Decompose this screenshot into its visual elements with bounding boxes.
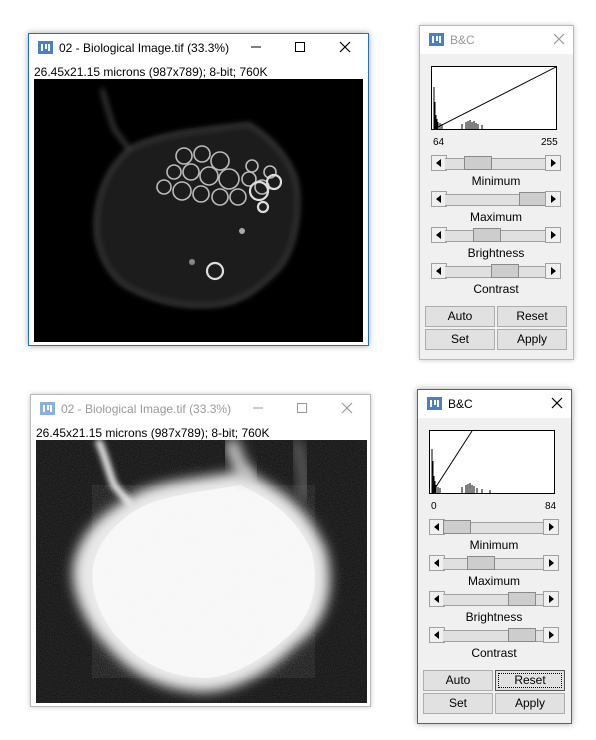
top-bc-titlebar[interactable]: B&C (420, 26, 573, 54)
hist-max-label: 255 (541, 137, 558, 148)
arrow-right-icon[interactable] (545, 155, 561, 171)
bottom-bc-window[interactable]: B&C 0 84 Minimum Maximum Brightness Cont… (417, 389, 572, 724)
panel-title: B&C (448, 397, 473, 411)
hist-max-label: 84 (545, 501, 557, 512)
histogram (431, 66, 557, 130)
contrast-slider[interactable] (431, 263, 561, 279)
close-icon[interactable] (337, 399, 357, 417)
image-info: 26.45x21.15 microns (987x789); 8-bit; 76… (36, 426, 270, 440)
minimize-icon[interactable] (248, 399, 268, 417)
brightness-slider[interactable] (429, 591, 559, 607)
maximize-icon[interactable] (290, 38, 310, 56)
window-title: 02 - Biological Image.tif (33.3%) (59, 41, 230, 55)
contrast-label: Contrast (471, 646, 517, 660)
arrow-right-icon[interactable] (543, 627, 559, 643)
top-image-titlebar[interactable]: 02 - Biological Image.tif (33.3%) (29, 34, 368, 62)
maximum-label: Maximum (467, 574, 520, 588)
histogram (429, 430, 555, 494)
bottom-image-titlebar[interactable]: 02 - Biological Image.tif (33.3%) (31, 395, 370, 423)
set-button[interactable]: Set (425, 329, 495, 350)
close-icon[interactable] (335, 38, 355, 56)
slider-thumb[interactable] (508, 628, 536, 642)
hist-min-label: 0 (431, 501, 437, 512)
slider-thumb[interactable] (443, 520, 471, 534)
top-image-window[interactable]: 02 - Biological Image.tif (33.3%) 26.45x… (28, 33, 369, 346)
close-icon[interactable] (549, 30, 569, 48)
arrow-right-icon[interactable] (543, 555, 559, 571)
image-canvas[interactable] (34, 79, 363, 342)
maximum-slider[interactable] (429, 555, 559, 571)
window-title: 02 - Biological Image.tif (33.3%) (61, 402, 232, 416)
slider-thumb[interactable] (491, 264, 519, 278)
brightness-label: Brightness (465, 610, 523, 624)
slider-thumb[interactable] (519, 192, 547, 206)
apply-button[interactable]: Apply (495, 693, 565, 714)
bottom-bc-titlebar[interactable]: B&C (418, 390, 571, 418)
slider-thumb[interactable] (467, 556, 495, 570)
imagej-icon (429, 33, 444, 46)
minimum-label: Minimum (469, 538, 519, 552)
imagej-icon (427, 397, 442, 410)
contrast-label: Contrast (473, 282, 519, 296)
arrow-right-icon[interactable] (545, 263, 561, 279)
arrow-right-icon[interactable] (545, 191, 561, 207)
reset-button[interactable]: Reset (497, 306, 567, 327)
minimum-slider[interactable] (429, 519, 559, 535)
contrast-slider[interactable] (429, 627, 559, 643)
maximum-label: Maximum (469, 210, 522, 224)
panel-title: B&C (450, 33, 475, 47)
close-icon[interactable] (547, 394, 567, 412)
apply-button[interactable]: Apply (497, 329, 567, 350)
minimize-icon[interactable] (246, 38, 266, 56)
auto-button[interactable]: Auto (425, 306, 495, 327)
set-button[interactable]: Set (423, 693, 493, 714)
cell-image (34, 79, 363, 342)
auto-button[interactable]: Auto (423, 670, 493, 691)
brightness-label: Brightness (467, 246, 525, 260)
cell-image (36, 440, 367, 703)
minimum-label: Minimum (471, 174, 521, 188)
minimum-slider[interactable] (431, 155, 561, 171)
maximum-slider[interactable] (431, 191, 561, 207)
imagej-icon (40, 402, 55, 415)
top-bc-window[interactable]: B&C 64 255 Minimum Maximum Brightness Co… (419, 25, 574, 360)
slider-thumb[interactable] (464, 156, 492, 170)
brightness-slider[interactable] (431, 227, 561, 243)
reset-button[interactable]: Reset (495, 670, 565, 691)
arrow-right-icon[interactable] (543, 519, 559, 535)
slider-thumb[interactable] (473, 228, 501, 242)
slider-thumb[interactable] (508, 592, 536, 606)
hist-min-label: 64 (433, 137, 445, 148)
arrow-right-icon[interactable] (545, 227, 561, 243)
arrow-right-icon[interactable] (543, 591, 559, 607)
image-info: 26.45x21.15 microns (987x789); 8-bit; 76… (34, 65, 268, 79)
maximize-icon[interactable] (292, 399, 312, 417)
imagej-icon (38, 41, 53, 54)
bottom-image-window[interactable]: 02 - Biological Image.tif (33.3%) 26.45x… (30, 394, 371, 707)
image-canvas[interactable] (36, 440, 367, 703)
